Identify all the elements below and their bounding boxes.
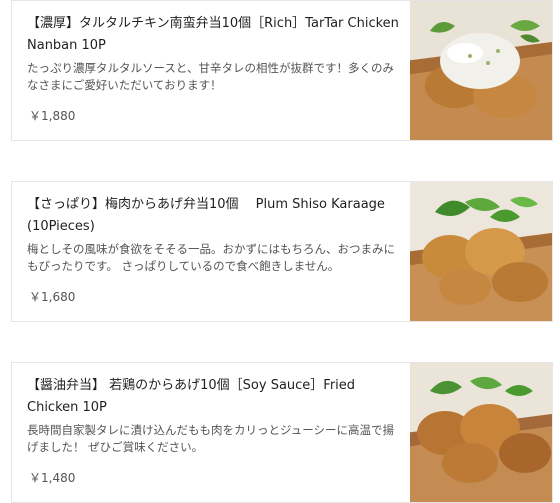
menu-item-description: 梅としその風味が食欲をそそる一品。おかずにはもちろん、おつまみにもぴったりです。…: [27, 242, 395, 273]
menu-item-card-plum[interactable]: 【さっぱり】梅肉からあげ弁当10個 Plum Shiso Karaage (10…: [11, 181, 553, 322]
menu-item-description: たっぷり濃厚タルタルソースと、甘辛タレの相性が抜群です！多くのみなさまにご愛好い…: [27, 61, 394, 92]
menu-item-title: 【さっぱり】梅肉からあげ弁当10個 Plum Shiso Karaage (10…: [27, 197, 385, 234]
menu-item-title: 【醤油弁当】 若鶏のからあげ10個［Soy Sauce］Fried Chicke…: [27, 378, 356, 415]
menu-item-description: 長時間自家製タレに漬け込んだもも肉をカリっとジューシーに高温で揚げました！ ぜひ…: [27, 423, 394, 454]
menu-item-title: 【濃厚】タルタルチキン南蛮弁当10個［Rich］TarTar Chicken N…: [27, 16, 399, 53]
plum-karaage-bento-photo: [410, 182, 552, 321]
menu-item-price: ￥1,880: [29, 109, 76, 123]
tartar-chicken-bento-photo: [410, 1, 552, 140]
soy-karaage-bento-photo: [410, 363, 552, 502]
menu-item-card-soy[interactable]: 【醤油弁当】 若鶏のからあげ10個［Soy Sauce］Fried Chicke…: [11, 362, 553, 503]
menu-item-price: ￥1,480: [29, 471, 76, 485]
menu-item-price: ￥1,680: [29, 290, 76, 304]
menu-item-card-tartar[interactable]: 【濃厚】タルタルチキン南蛮弁当10個［Rich］TarTar Chicken N…: [11, 0, 553, 141]
